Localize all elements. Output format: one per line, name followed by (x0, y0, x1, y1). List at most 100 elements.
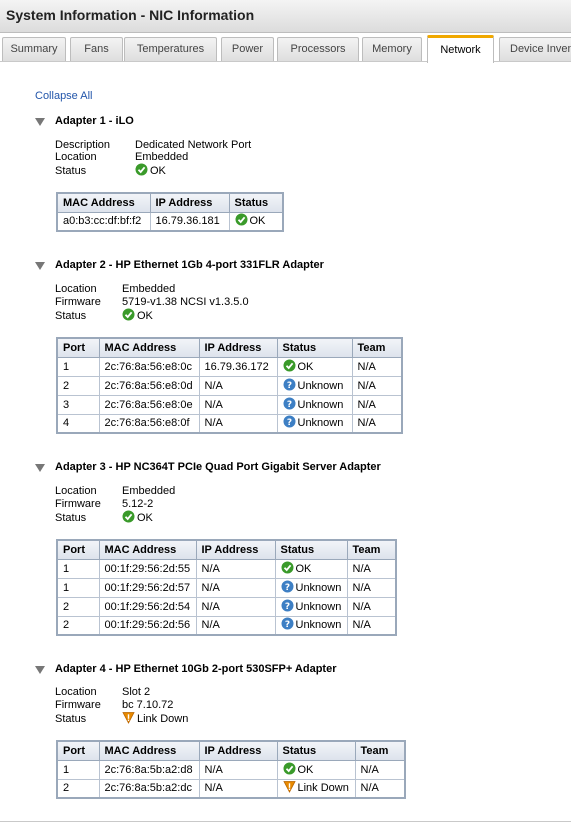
status-cell: OK (274, 558, 348, 579)
column-header-ip[interactable]: IP Address (198, 740, 278, 761)
column-header-mac[interactable]: MAC Address (56, 192, 151, 213)
table-row: 2 00:1f:29:56:2d:56 N/A ? Unknown N/A (56, 615, 397, 636)
status-cell: OK (276, 356, 353, 377)
table-row: 1 00:1f:29:56:2d:55 N/A OK N/A (56, 558, 397, 579)
tab-network[interactable]: Network (427, 35, 494, 63)
status-text: Link Down (297, 782, 349, 795)
column-header-port[interactable]: Port (56, 337, 100, 358)
status-text: Unknown (297, 398, 344, 411)
team-cell: N/A (346, 615, 397, 636)
mac-cell: a0:b3:cc:df:bf:f2 (56, 211, 151, 232)
status-text: Unknown (297, 417, 344, 430)
adapter-1-table: MAC Address IP Address Status a0:b3:cc:d… (56, 192, 284, 232)
ip-cell: N/A (198, 778, 278, 799)
collapse-all-link[interactable]: Collapse All (35, 90, 92, 102)
column-header-status[interactable]: Status (276, 337, 353, 358)
page-title: System Information - NIC Information (6, 7, 255, 23)
adapter-1-location-value: Embedded (135, 151, 189, 163)
team-cell: N/A (351, 356, 403, 377)
unknown-icon: ? (283, 397, 296, 413)
ok-icon (122, 308, 135, 324)
ip-cell: 16.79.36.172 (198, 356, 278, 377)
column-header-ip[interactable]: IP Address (198, 337, 278, 358)
adapter-3-firmware-value: 5.12-2 (122, 498, 154, 510)
adapter-4-toggle-icon[interactable] (35, 666, 45, 674)
status-text: OK (297, 360, 314, 373)
ip-cell: 16.79.36.181 (149, 211, 230, 232)
adapter-2-status-label: Status (55, 310, 87, 322)
adapter-3-title: Adapter 3 - HP NC364T PCIe Quad Port Gig… (55, 461, 381, 473)
column-header-mac[interactable]: MAC Address (98, 337, 200, 358)
table-row: 1 2c:76:8a:56:e8:0c 16.79.36.172 OK N/A (56, 356, 403, 377)
adapter-1-description-value: Dedicated Network Port (135, 139, 252, 151)
column-header-team[interactable]: Team (351, 337, 403, 358)
adapter-4-status-label: Status (55, 713, 87, 725)
ip-cell: N/A (195, 615, 276, 636)
port-cell: 4 (56, 413, 100, 434)
mac-cell: 2c:76:8a:5b:a2:dc (98, 778, 200, 799)
column-header-port[interactable]: Port (56, 539, 100, 560)
svg-text:?: ? (286, 381, 291, 391)
mac-cell: 2c:76:8a:56:e8:0d (98, 375, 200, 396)
port-cell: 1 (56, 759, 100, 780)
column-header-status[interactable]: Status (274, 539, 348, 560)
table-row: a0:b3:cc:df:bf:f2 16.79.36.181 OK (56, 211, 284, 232)
adapter-3-firmware-label: Firmware (55, 498, 101, 510)
table-row: 1 2c:76:8a:5b:a2:d8 N/A OK N/A (56, 759, 406, 780)
adapter-1-status-label: Status (55, 165, 87, 177)
ip-cell: N/A (195, 558, 276, 579)
tab-fans[interactable]: Fans (70, 37, 123, 61)
mac-cell: 2c:76:8a:56:e8:0e (98, 394, 200, 415)
tab-processors[interactable]: Processors (277, 37, 359, 61)
port-cell: 1 (56, 577, 100, 598)
table-header-row: MAC Address IP Address Status (56, 192, 284, 213)
unknown-icon: ? (283, 378, 296, 394)
ip-cell: N/A (195, 577, 276, 598)
team-cell: N/A (346, 577, 397, 598)
column-header-status[interactable]: Status (276, 740, 356, 761)
team-cell: N/A (351, 394, 403, 415)
adapter-2-status-text: OK (137, 310, 153, 322)
adapter-1-status-text: OK (150, 165, 166, 177)
adapter-4-table: Port MAC Address IP Address Status Team … (56, 740, 406, 799)
svg-text:?: ? (284, 583, 289, 593)
status-cell: ? Unknown (276, 375, 353, 396)
port-cell: 2 (56, 375, 100, 396)
svg-text:?: ? (286, 418, 291, 428)
column-header-ip[interactable]: IP Address (149, 192, 230, 213)
mac-cell: 00:1f:29:56:2d:54 (98, 596, 197, 617)
table-row: 2 00:1f:29:56:2d:54 N/A ? Unknown N/A (56, 596, 397, 617)
status-cell: ? Unknown (274, 615, 348, 636)
column-header-mac[interactable]: MAC Address (98, 539, 197, 560)
column-header-port[interactable]: Port (56, 740, 100, 761)
column-header-mac[interactable]: MAC Address (98, 740, 200, 761)
status-cell: OK (228, 211, 284, 232)
team-cell: N/A (346, 596, 397, 617)
ip-cell: N/A (198, 413, 278, 434)
adapter-4-location-value: Slot 2 (122, 686, 151, 698)
tab-temperatures[interactable]: Temperatures (124, 37, 217, 61)
port-cell: 2 (56, 615, 100, 636)
warning-icon (122, 711, 135, 727)
column-header-ip[interactable]: IP Address (195, 539, 276, 560)
adapter-3-toggle-icon[interactable] (35, 464, 45, 472)
adapter-3-status-text: OK (137, 512, 153, 524)
column-header-team[interactable]: Team (346, 539, 397, 560)
column-header-team[interactable]: Team (354, 740, 406, 761)
adapter-2-table: Port MAC Address IP Address Status Team … (56, 337, 403, 434)
adapter-2-title: Adapter 2 - HP Ethernet 1Gb 4-port 331FL… (55, 259, 324, 271)
adapter-2-status-value: OK (122, 308, 153, 324)
port-cell: 1 (56, 356, 100, 377)
port-cell: 2 (56, 596, 100, 617)
tab-summary[interactable]: Summary (2, 37, 66, 61)
team-cell: N/A (351, 375, 403, 396)
tab-device-inventory[interactable]: Device Inventory (499, 37, 571, 61)
status-text: Unknown (295, 581, 342, 594)
tab-memory[interactable]: Memory (362, 37, 422, 61)
adapter-2-toggle-icon[interactable] (35, 262, 45, 270)
adapter-1-toggle-icon[interactable] (35, 118, 45, 126)
adapter-1-status-value: OK (135, 163, 166, 179)
ip-cell: N/A (198, 394, 278, 415)
column-header-status[interactable]: Status (228, 192, 284, 213)
tab-power[interactable]: Power (221, 37, 274, 61)
